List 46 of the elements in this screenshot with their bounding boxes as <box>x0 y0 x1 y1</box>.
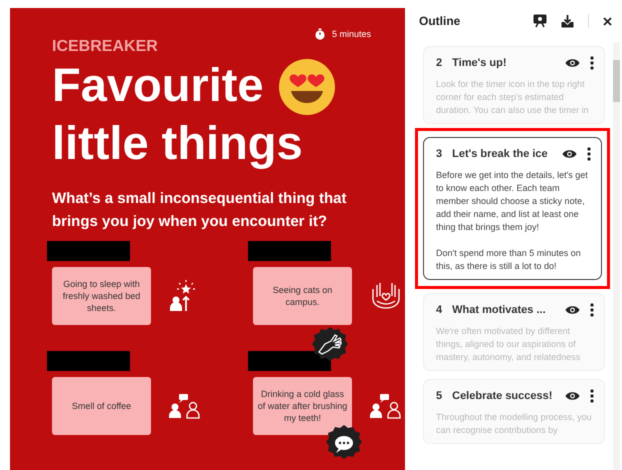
people-talking-icon <box>370 393 402 419</box>
step-description: Before we get into the details, let's get to know each other. Each team member should choose a sticky note, add their name, and list at least one thing that brings them joy! <box>436 169 589 234</box>
eye-icon[interactable] <box>565 58 580 68</box>
category-label: ICEBREAKER <box>52 38 159 56</box>
people-talking-icon <box>169 393 201 419</box>
slide-title-line: Favourite <box>52 58 264 111</box>
step-title: Time's up! <box>452 57 508 69</box>
person-star-icon <box>169 280 197 312</box>
outline-step-card[interactable]: 5 Celebrate success! Throughout the modelling process, you can recognise contributions by <box>423 379 605 444</box>
sticky-note[interactable]: Smell of coffee <box>52 377 151 435</box>
sticky-note[interactable]: Seeing cats on campus. <box>253 267 352 325</box>
scrollbar[interactable] <box>613 42 620 470</box>
question-text: What’s a small inconsequential thing that brings you joy when you encounter it? <box>52 189 348 232</box>
more-options-icon[interactable] <box>587 147 591 161</box>
download-icon[interactable] <box>561 14 574 28</box>
step-description: Don't spend more than 5 minutes on this, as there is still a lot to do! <box>436 247 582 273</box>
scrollbar-thumb[interactable] <box>613 60 620 102</box>
timer-label: 5 minutes <box>332 29 371 39</box>
more-options-icon[interactable] <box>590 389 594 403</box>
slide-title-line: little things <box>52 116 303 169</box>
step-description: We're often motivated by different things, aligned to our aspirations of mastery, autonomy, and relatedness <box>436 325 582 364</box>
step-description: Throughout the modelling process, you can recognise contributions by <box>436 411 593 437</box>
step-number: 3 <box>436 148 442 160</box>
eye-icon[interactable] <box>565 391 580 401</box>
presenter-icon[interactable] <box>533 14 547 28</box>
step-title: Celebrate success! <box>452 390 554 402</box>
step-number: 4 <box>436 304 442 316</box>
step-title: What motivates ... <box>452 304 547 316</box>
eye-icon[interactable] <box>562 149 577 159</box>
hands-heart-icon <box>370 281 402 311</box>
panel-title: Outline <box>419 14 462 28</box>
sticky-note[interactable]: Drinking a cold glass of water after brushing my teeth! <box>253 377 352 435</box>
outline-step-card[interactable]: 4 What motivates ... We're often motivated by different things, aligned to our aspirations of mastery, autonomy, and relatedness <box>423 293 605 371</box>
more-options-icon[interactable] <box>590 303 594 317</box>
more-options-icon[interactable] <box>590 56 594 70</box>
outline-step-card[interactable]: 2 Time's up! Look for the timer icon in the top right corner for each step's estimated duration. You can also use the timer in <box>423 46 605 124</box>
step-number: 2 <box>436 57 442 69</box>
step-description: Look for the timer icon in the top right corner for each step's estimated duration. You can also use the timer in <box>436 78 590 117</box>
heart-eyes-emoji-icon <box>278 58 336 116</box>
stopwatch-icon <box>314 28 326 40</box>
step-number: 5 <box>436 390 442 402</box>
sticky-note[interactable]: Going to sleep with freshly washed bed sheets. <box>52 267 151 325</box>
eye-icon[interactable] <box>565 305 580 315</box>
outline-step-card[interactable] <box>423 137 602 280</box>
close-icon[interactable] <box>603 16 612 26</box>
step-title: Let's break the ice <box>452 148 549 160</box>
